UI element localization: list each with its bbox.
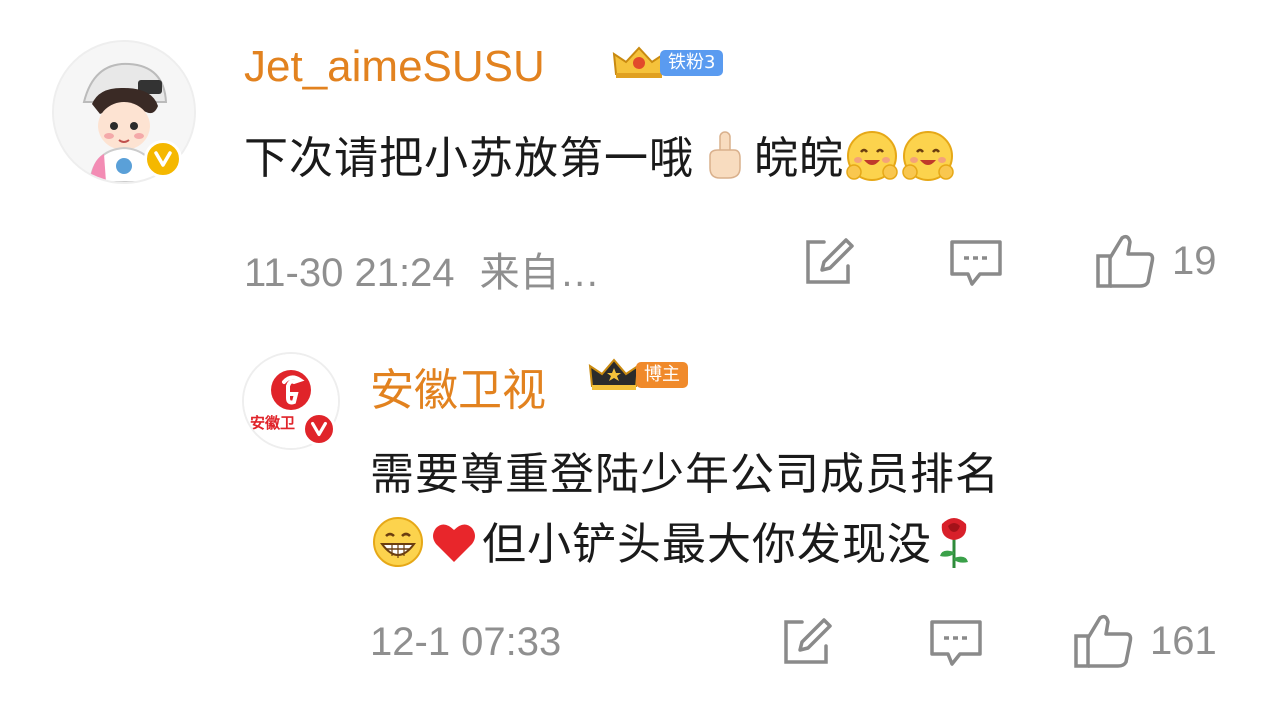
thumbs-up-icon xyxy=(1096,234,1155,288)
timestamp: 12-1 07:33 xyxy=(370,620,562,664)
fan-badge[interactable]: 铁粉3 xyxy=(612,46,724,78)
red-heart-emoji xyxy=(426,516,482,579)
hugging-face-emoji xyxy=(900,128,956,195)
crown-icon xyxy=(612,46,666,78)
grinning-face-emoji xyxy=(370,514,426,581)
comment-icon xyxy=(930,620,982,666)
comment-button[interactable] xyxy=(946,236,1006,290)
fan-badge-label: 铁粉3 xyxy=(660,50,724,76)
username[interactable]: Jet_aimeSUSU xyxy=(244,42,545,92)
like-count: 19 xyxy=(1172,238,1217,283)
comment-text: 下次请把小苏放第一哦 皖皖 xyxy=(244,122,956,195)
thumbs-up-icon xyxy=(1074,614,1133,668)
avatar-text: 安徽卫 xyxy=(250,414,295,432)
comment-text-line2-main: 但小铲头最大你发现没 xyxy=(482,519,932,570)
timestamp-time: 11-30 21:24 xyxy=(244,251,455,295)
comment-button[interactable] xyxy=(926,616,986,670)
repost-icon xyxy=(784,618,832,664)
comment-text-main: 下次请把小苏放第一哦 xyxy=(244,133,694,184)
username[interactable]: 安徽卫视 xyxy=(370,354,546,418)
like-button[interactable]: 161 xyxy=(1072,612,1217,670)
comment-text-suffix: 皖皖 xyxy=(754,133,844,184)
pointing-up-emoji xyxy=(694,130,754,193)
source-label[interactable]: 来自… xyxy=(480,251,600,295)
repost-icon xyxy=(806,238,854,284)
comment-icon xyxy=(950,240,1002,286)
repost-button[interactable] xyxy=(802,236,858,288)
rose-emoji xyxy=(932,514,976,581)
comment-text-line1: 需要尊重登陆少年公司成员排名 xyxy=(370,449,1000,500)
timestamp: 11-30 21:24 来自… xyxy=(244,240,600,298)
blogger-badge-label: 博主 xyxy=(636,362,688,388)
comment-text-line2: 但小铲头最大你发现没 xyxy=(370,508,976,581)
verified-badge-icon xyxy=(302,412,336,446)
repost-button[interactable] xyxy=(780,616,836,668)
crown-icon xyxy=(588,358,640,390)
verified-badge-icon xyxy=(144,140,182,178)
hugging-face-emoji xyxy=(844,128,900,195)
like-count: 161 xyxy=(1150,618,1217,663)
blogger-badge[interactable]: 博主 xyxy=(588,358,688,390)
like-button[interactable]: 19 xyxy=(1094,232,1217,290)
